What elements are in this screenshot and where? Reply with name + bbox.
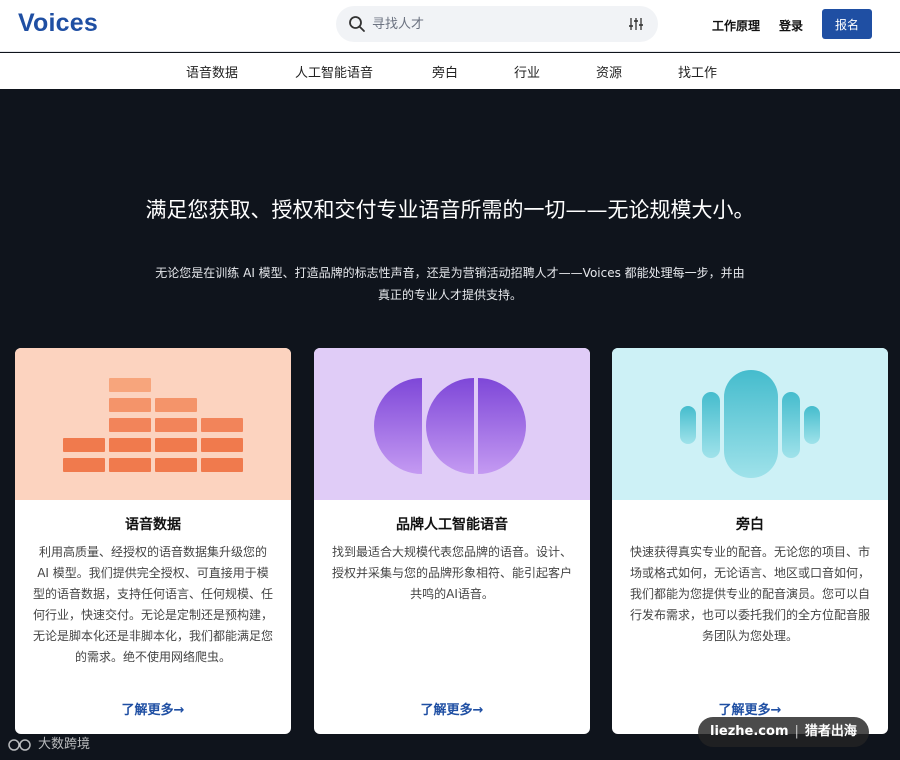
how-it-works-link[interactable]: 工作原理 xyxy=(712,17,760,34)
card-description: 快速获得真实专业的配音。无论您的项目、市场或格式如何，无论语言、地区或口音如何，… xyxy=(630,545,871,643)
nav-item-resources[interactable]: 资源 xyxy=(596,62,622,81)
card-description: 利用高质量、经授权的语音数据集升级您的 AI 模型。我们提供完全授权、可直接用于… xyxy=(33,545,274,664)
nav-item-find-work[interactable]: 找工作 xyxy=(678,62,717,81)
voice-over-illustration xyxy=(612,348,888,500)
nav-item-ai-voice[interactable]: 人工智能语音 xyxy=(295,62,373,81)
watermark-left: 大数跨境 xyxy=(8,733,90,753)
card-title: 语音数据 xyxy=(125,517,181,533)
hero-subtitle: 无论您是在训练 AI 模型、打造品牌的标志性声音，还是为营销活动招聘人才——Vo… xyxy=(155,266,745,302)
watermark-brand: 猎者出海 xyxy=(804,724,857,739)
card-voice-over[interactable]: 旁白 快速获得真实专业的配音。无论您的项目、市场或格式如何，无论语言、地区或口音… xyxy=(612,348,888,734)
watermark-left-text: 大数跨境 xyxy=(38,737,91,752)
top-bar: Voices 工作原理 登录 报名 xyxy=(0,0,900,52)
learn-more-link[interactable]: 了解更多→ xyxy=(612,699,888,718)
watermark-logo-icon xyxy=(8,738,31,751)
ai-voice-illustration xyxy=(314,348,590,500)
waveform-pills-icon xyxy=(680,370,820,478)
stacked-bars-icon xyxy=(63,378,243,472)
learn-more-link[interactable]: 了解更多→ xyxy=(314,699,590,718)
signup-button[interactable]: 报名 xyxy=(822,9,872,39)
voices-logo[interactable]: Voices xyxy=(18,9,98,38)
category-nav: 语音数据 人工智能语音 旁白 行业 资源 找工作 xyxy=(0,53,900,89)
watermark-right: liezhe.com | 猎者出海 xyxy=(698,717,869,747)
watermark-site: liezhe.com xyxy=(710,724,789,739)
card-title: 旁白 xyxy=(736,517,764,533)
card-branded-ai-voice[interactable]: 品牌人工智能语音 找到最适合大规模代表您品牌的语音。设计、授权并采集与您的品牌形… xyxy=(314,348,590,734)
nav-item-voice-over[interactable]: 旁白 xyxy=(432,62,458,81)
nav-item-voice-data[interactable]: 语音数据 xyxy=(186,62,238,81)
filter-icon[interactable] xyxy=(628,16,644,32)
hero-title: 满足您获取、授权和交付专业语音所需的一切——无论规模大小。 xyxy=(145,198,755,222)
search-input[interactable] xyxy=(372,14,612,34)
search-bar[interactable] xyxy=(336,6,658,42)
card-title: 品牌人工智能语音 xyxy=(396,517,508,533)
half-circles-icon xyxy=(374,378,526,474)
learn-more-link[interactable]: 了解更多→ xyxy=(15,699,291,718)
nav-item-industries[interactable]: 行业 xyxy=(514,62,540,81)
search-icon xyxy=(349,16,365,32)
card-voice-data[interactable]: 语音数据 利用高质量、经授权的语音数据集升级您的 AI 模型。我们提供完全授权、… xyxy=(15,348,291,734)
login-link[interactable]: 登录 xyxy=(779,17,803,34)
card-description: 找到最适合大规模代表您品牌的语音。设计、授权并采集与您的品牌形象相符、能引起客户… xyxy=(332,545,573,601)
voice-data-illustration xyxy=(15,348,291,500)
